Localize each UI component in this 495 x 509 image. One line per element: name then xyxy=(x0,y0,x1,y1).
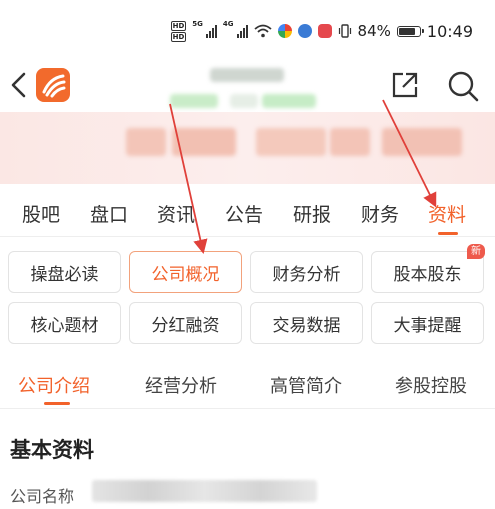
grid-btn-core-themes[interactable]: 核心题材 xyxy=(8,302,121,344)
grid-btn-trading-data[interactable]: 交易数据 xyxy=(250,302,363,344)
grid-btn-label: 交易数据 xyxy=(272,315,341,336)
grid-btn-financial-analysis[interactable]: 财务分析 xyxy=(250,251,363,293)
wifi-icon xyxy=(253,24,272,38)
grid-btn-label: 财务分析 xyxy=(272,264,341,285)
tab-research[interactable]: 研报 xyxy=(293,200,331,227)
battery-icon xyxy=(396,25,424,37)
sub-tabs: 公司介绍 经营分析 高管简介 参股控股 xyxy=(0,362,495,409)
subtab-business-analysis[interactable]: 经营分析 xyxy=(145,372,217,398)
grid-btn-label: 大事提醒 xyxy=(393,315,462,336)
tab-news[interactable]: 资讯 xyxy=(157,200,195,227)
quote-banner-blurred xyxy=(0,112,495,184)
grid-btn-company-overview[interactable]: 公司概况 xyxy=(129,251,242,293)
grid-btn-label: 核心题材 xyxy=(30,315,99,336)
grid-btn-label: 股本股东 xyxy=(393,264,462,285)
main-tabs: 股吧 盘口 资讯 公告 研报 财务 资料 xyxy=(0,190,495,237)
battery-percent: 84% xyxy=(357,22,391,40)
company-name-value-blurred xyxy=(92,480,317,502)
grid-btn-major-events[interactable]: 大事提醒 xyxy=(371,302,484,344)
music-app-icon xyxy=(297,24,312,38)
hd-badge-2: HD xyxy=(170,31,187,42)
tab-pankou[interactable]: 盘口 xyxy=(90,200,128,227)
tab-announcements[interactable]: 公告 xyxy=(225,200,263,227)
clock: 10:49 xyxy=(426,21,473,41)
grid-btn-shareholders[interactable]: 股本股东 新 xyxy=(371,244,485,293)
search-icon[interactable] xyxy=(446,69,480,103)
tab-profile[interactable]: 资料 xyxy=(428,200,466,227)
top-navigation-bar xyxy=(0,56,495,116)
section-title: 基本资料 xyxy=(10,438,94,462)
hd-indicator: HD HD xyxy=(170,20,187,42)
stock-title-blurred xyxy=(170,62,320,110)
grid-btn-trading-must-read[interactable]: 操盘必读 xyxy=(8,251,121,293)
active-subtab-indicator xyxy=(44,402,70,405)
network-5g-label: 5G xyxy=(192,20,203,28)
share-icon[interactable] xyxy=(390,70,420,100)
grid-btn-label: 公司概况 xyxy=(151,264,220,285)
tab-guba[interactable]: 股吧 xyxy=(22,200,60,227)
network-4g-label: 4G xyxy=(222,20,234,28)
subtab-holdings[interactable]: 参股控股 xyxy=(395,372,467,398)
subtab-executives[interactable]: 高管简介 xyxy=(270,372,342,398)
company-name-label: 公司名称 xyxy=(10,487,75,506)
status-icons: HD HD 5G 4G 84% 10:49 xyxy=(170,20,473,42)
grid-btn-label: 操盘必读 xyxy=(30,264,99,285)
active-tab-indicator xyxy=(438,232,458,235)
status-bar: HD HD 5G 4G 84% 10:49 xyxy=(0,0,495,56)
app-notification-icon xyxy=(277,24,292,38)
hd-badge-1: HD xyxy=(170,20,187,31)
signal-icon-2 xyxy=(236,24,248,38)
grid-btn-dividends-financing[interactable]: 分红融资 xyxy=(129,302,242,344)
vibrate-icon xyxy=(338,24,351,38)
grid-btn-label: 分红融资 xyxy=(151,315,220,336)
app-logo-icon xyxy=(36,68,70,102)
new-badge: 新 xyxy=(467,244,485,259)
back-arrow-icon[interactable] xyxy=(8,70,30,100)
red-app-icon xyxy=(317,24,332,38)
signal-icon xyxy=(205,24,217,38)
tab-finance[interactable]: 财务 xyxy=(361,200,399,227)
subtab-company-intro[interactable]: 公司介绍 xyxy=(18,372,90,398)
